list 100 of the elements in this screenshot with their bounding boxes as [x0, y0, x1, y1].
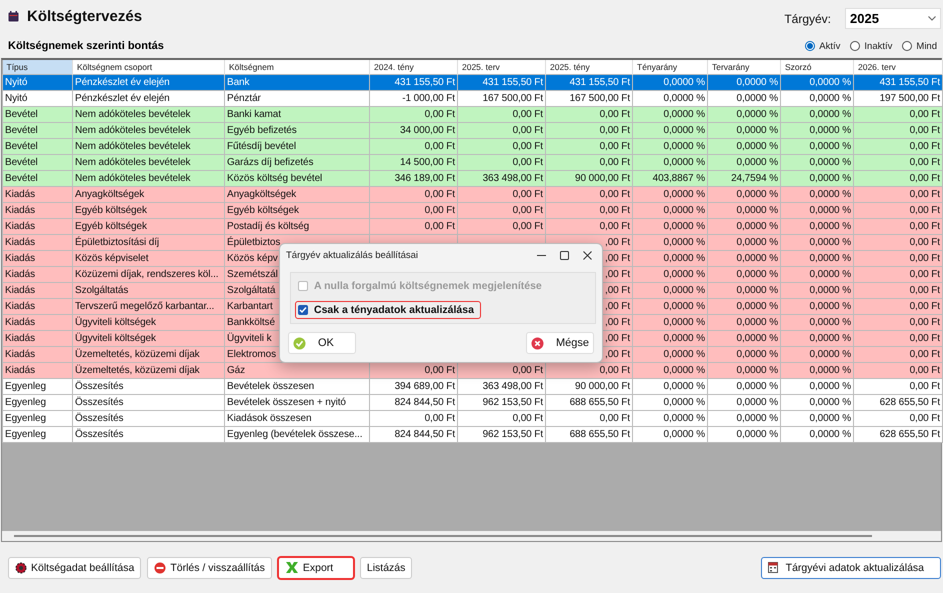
column-header[interactable]: 2025. terv	[458, 60, 546, 74]
table-cell: Pénzkészlet év elején	[72, 74, 224, 90]
table-cell: 0,0000 %	[708, 298, 780, 314]
table-row[interactable]: Egyenleg Összesítés Bevételek összesen 394 689,00 Ft 363 498,00 Ft 90 000,00 Ft 0,0000 % 0,0000 % 0,0000 % 0,00 Ft	[2, 378, 942, 394]
column-header[interactable]: 2026. terv	[854, 60, 942, 74]
table-cell: Bevételek összesen	[224, 378, 370, 394]
table-cell: 0,00 Ft	[854, 330, 942, 346]
table-cell: 0,0000 %	[632, 314, 708, 330]
column-header[interactable]: Szorzó	[780, 60, 854, 74]
table-row[interactable]: Nyitó Pénzkészlet év elején Bank 431 155,50 Ft 431 155,50 Ft 431 155,50 Ft 0,0000 % 0,0000 % 0,0000 % 431 155,50 Ft	[2, 74, 942, 90]
table-cell: Kiadás	[2, 330, 72, 346]
table-cell: 0,0000 %	[708, 426, 780, 442]
column-header[interactable]: 2025. tény	[546, 60, 632, 74]
table-cell: Egyéb költségek	[72, 202, 224, 218]
column-header[interactable]: Költségnem	[224, 60, 370, 74]
table-cell: Nyitó	[2, 74, 72, 90]
table-row[interactable]: Bevétel Nem adóköteles bevételek Banki kamat 0,00 Ft 0,00 Ft 0,00 Ft 0,0000 % 0,0000 % 0,0000 % 0,00 Ft	[2, 106, 942, 122]
table-cell: Pénztár	[224, 90, 370, 106]
option-checkbox[interactable]: Csak a tényadatok aktualizálása	[295, 301, 481, 319]
table-cell: 688 655,50 Ft	[546, 426, 632, 442]
table-row[interactable]: Kiadás Üzemeltetés, közüzemi díjak Gáz 0,00 Ft 0,00 Ft 0,00 Ft 0,0000 % 0,0000 % 0,0000 % 0,00 Ft	[2, 362, 942, 378]
table-cell: 0,00 Ft	[854, 106, 942, 122]
table-row[interactable]: Nyitó Pénzkészlet év elején Pénztár -1 000,00 Ft 167 500,00 Ft 167 500,00 Ft 0,0000 % 0,0000 % 0,0000 % 197 500,00 Ft	[2, 90, 942, 106]
column-header[interactable]: 2024. tény	[370, 60, 458, 74]
table-cell: 0,0000 %	[708, 106, 780, 122]
checkmark-icon	[299, 306, 307, 314]
toolbar-button[interactable]: Listázás	[360, 556, 412, 578]
year-select[interactable]: 2025	[845, 8, 941, 29]
table-row[interactable]: Kiadás Egyéb költségek Egyéb költségek 0,00 Ft 0,00 Ft 0,00 Ft 0,0000 % 0,0000 % 0,0000 % 0,00 Ft	[2, 202, 942, 218]
toolbar-button[interactable]: Költségadat beállítása	[8, 556, 142, 578]
minus-circle-icon	[154, 562, 166, 574]
filter-radio[interactable]: Aktív	[805, 40, 840, 52]
table-cell: 0,0000 %	[780, 410, 854, 426]
table-cell: 0,00 Ft	[458, 138, 546, 154]
table-row[interactable]: Kiadás Anyagköltségek Anyagköltségek 0,00 Ft 0,00 Ft 0,00 Ft 0,0000 % 0,0000 % 0,0000 % 0,00 Ft	[2, 186, 942, 202]
ok-button[interactable]: OK	[288, 332, 356, 354]
table-cell: 0,0000 %	[632, 362, 708, 378]
table-cell: 0,0000 %	[780, 170, 854, 186]
table-cell: Egyéb költségek	[72, 218, 224, 234]
table-cell: 0,00 Ft	[370, 202, 458, 218]
table-cell: Nem adóköteles bevételek	[72, 138, 224, 154]
column-header[interactable]: Tényarány	[632, 60, 708, 74]
table-cell: 0,0000 %	[632, 346, 708, 362]
table-cell: Egyéb költségek	[224, 202, 370, 218]
table-cell: 0,00 Ft	[370, 186, 458, 202]
table-cell: Ügyviteli költségek	[72, 330, 224, 346]
toolbar-button[interactable]: Törlés / visszaállítás	[147, 556, 272, 578]
table-cell: 0,0000 %	[780, 282, 854, 298]
table-row[interactable]: Kiadás Egyéb költségek Postadíj és költség 0,00 Ft 0,00 Ft 0,00 Ft 0,0000 % 0,0000 % 0,0000 % 0,00 Ft	[2, 218, 942, 234]
table-cell: Összesítés	[72, 410, 224, 426]
column-header[interactable]: Típus	[2, 60, 72, 74]
table-cell: 0,0000 %	[632, 154, 708, 170]
table-cell: 0,0000 %	[780, 362, 854, 378]
table-row[interactable]: Egyenleg Összesítés Kiadások összesen 0,00 Ft 0,00 Ft 0,00 Ft 0,0000 % 0,0000 % 0,0000 % 0,00 Ft	[2, 410, 942, 426]
table-cell: 0,0000 %	[780, 346, 854, 362]
table-row[interactable]: Egyenleg Összesítés Bevételek összesen + nyitó 824 844,50 Ft 962 153,50 Ft 688 655,50 Ft 0,0000 % 0,0000 % 0,0000 % 628 655,50 Ft	[2, 394, 942, 410]
table-cell: Kiadás	[2, 202, 72, 218]
table-cell: Bevétel	[2, 154, 72, 170]
toolbar-button[interactable]: Export	[278, 556, 354, 578]
table-row[interactable]: Egyenleg Összesítés Egyenleg (bevételek összese... 824 844,50 Ft 962 153,50 Ft 688 655,50 Ft 0,0000 % 0,0000 % 0,0000 % 628 655,50 Ft	[2, 426, 942, 442]
table-row[interactable]: Bevétel Nem adóköteles bevételek Egyéb befizetés 34 000,00 Ft 0,00 Ft 0,00 Ft 0,0000 % 0,0000 % 0,0000 % 0,00 Ft	[2, 122, 942, 138]
column-header[interactable]: Tervarány	[708, 60, 780, 74]
filter-radio[interactable]: Mind	[902, 40, 937, 52]
table-cell: 0,0000 %	[632, 106, 708, 122]
table-cell: 0,0000 %	[708, 394, 780, 410]
table-row[interactable]: Bevétel Nem adóköteles bevételek Közös költség bevétel 346 189,00 Ft 363 498,00 Ft 90 000,00 Ft 403,8867 % 24,7594 % 0,0000 % 0,00 Ft	[2, 170, 942, 186]
column-header[interactable]: Költségnem csoport	[72, 60, 224, 74]
table-cell: 0,00 Ft	[546, 202, 632, 218]
table-cell: 403,8867 %	[632, 170, 708, 186]
maximize-icon[interactable]	[560, 250, 569, 260]
update-button[interactable]: Tárgyévi adatok aktualizálása	[760, 556, 941, 578]
close-icon[interactable]	[583, 250, 592, 260]
minimize-icon[interactable]	[537, 254, 546, 256]
filter-radio[interactable]: Inaktív	[850, 40, 892, 52]
table-cell: 0,00 Ft	[854, 378, 942, 394]
table-cell: 0,0000 %	[780, 266, 854, 282]
table-cell: 0,0000 %	[708, 234, 780, 250]
table-cell: 0,0000 %	[780, 218, 854, 234]
table-cell: Épületbiztosítási díj	[72, 234, 224, 250]
table-cell: Tervszerű megelőző karbantar...	[72, 298, 224, 314]
section-title: Költségnemek szerinti bontás	[8, 40, 164, 52]
table-cell: 0,00 Ft	[854, 122, 942, 138]
table-cell: Pénzkészlet év elején	[72, 90, 224, 106]
table-cell: 0,0000 %	[632, 426, 708, 442]
cancel-button[interactable]: Mégse	[526, 332, 594, 354]
table-cell: Banki kamat	[224, 106, 370, 122]
table-cell: 197 500,00 Ft	[854, 90, 942, 106]
table-cell: 394 689,00 Ft	[370, 378, 458, 394]
window-title: Költségtervezés	[27, 8, 142, 25]
table-cell: Bevétel	[2, 106, 72, 122]
table-cell: 0,0000 %	[708, 378, 780, 394]
table-cell: 0,0000 %	[708, 154, 780, 170]
table-row[interactable]: Bevétel Nem adóköteles bevételek Fűtésdíj bevétel 0,00 Ft 0,00 Ft 0,00 Ft 0,0000 % 0,0000 % 0,0000 % 0,00 Ft	[2, 138, 942, 154]
table-cell: Kiadás	[2, 234, 72, 250]
table-cell: 0,00 Ft	[370, 106, 458, 122]
table-cell: 0,0000 %	[780, 394, 854, 410]
table-row[interactable]: Bevétel Nem adóköteles bevételek Garázs díj befizetés 14 500,00 Ft 0,00 Ft 0,00 Ft 0,0000 % 0,0000 % 0,0000 % 0,00 Ft	[2, 154, 942, 170]
table-cell: 167 500,00 Ft	[546, 90, 632, 106]
table-cell: 688 655,50 Ft	[546, 394, 632, 410]
table-cell: 0,0000 %	[632, 138, 708, 154]
